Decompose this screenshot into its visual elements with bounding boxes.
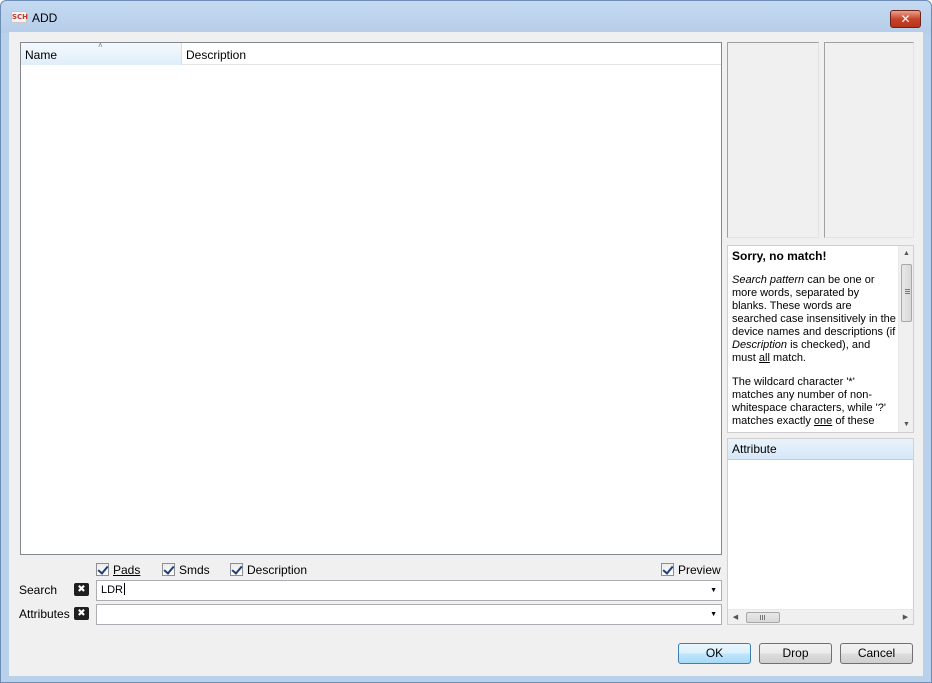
preview-label: Preview bbox=[678, 562, 721, 577]
help-text-box[interactable]: Sorry, no match! Search pattern can be o… bbox=[727, 245, 914, 433]
scroll-up-icon[interactable]: ▲ bbox=[899, 246, 913, 261]
search-dropdown-icon[interactable]: ▼ bbox=[710, 581, 717, 600]
smds-label: Smds bbox=[179, 562, 210, 577]
checkbox-checked-icon[interactable] bbox=[230, 563, 243, 576]
smds-checkbox[interactable]: Smds bbox=[162, 562, 210, 577]
column-header-name[interactable]: Name ˄ bbox=[21, 41, 182, 65]
close-button[interactable]: ✕ bbox=[890, 10, 921, 28]
attribute-column-header[interactable]: Attribute bbox=[728, 439, 913, 460]
help-scroll-thumb[interactable] bbox=[901, 264, 912, 322]
checkbox-checked-icon[interactable] bbox=[661, 563, 674, 576]
help-paragraph-1: Search pattern can be one or more words,… bbox=[732, 274, 896, 364]
description-checkbox[interactable]: Description bbox=[230, 562, 307, 577]
drop-button[interactable]: Drop bbox=[759, 643, 832, 664]
cancel-button[interactable]: Cancel bbox=[840, 643, 913, 664]
search-clear-icon[interactable]: ✖ bbox=[74, 583, 89, 596]
sort-ascending-icon: ˄ bbox=[98, 41, 103, 50]
help-title: Sorry, no match! bbox=[732, 249, 827, 263]
help-paragraph-2: The wildcard character '*' matches any n… bbox=[732, 376, 886, 427]
pads-checkbox[interactable]: Pads bbox=[96, 562, 140, 577]
attribute-scroll-thumb[interactable] bbox=[746, 612, 780, 623]
title-bar: SCH ADD ✕ bbox=[1, 1, 931, 33]
device-list[interactable]: Name ˄ Description bbox=[20, 41, 722, 555]
column-header-description[interactable]: Description bbox=[182, 43, 721, 65]
scroll-left-icon[interactable]: ◀ bbox=[728, 610, 743, 625]
window-title: ADD bbox=[32, 11, 58, 25]
attribute-table[interactable]: Attribute ◀ ▶ bbox=[727, 438, 914, 625]
package-preview-pane bbox=[727, 42, 819, 238]
preview-checkbox[interactable]: Preview bbox=[661, 562, 721, 577]
close-icon: ✕ bbox=[900, 12, 911, 26]
add-dialog-window: SCH ADD ✕ Name ˄ Description Sorry, no m… bbox=[0, 0, 932, 683]
app-icon: SCH bbox=[11, 11, 29, 23]
search-combobox[interactable]: LDR ▼ bbox=[96, 580, 722, 601]
pads-label: Pads bbox=[113, 562, 141, 577]
attribute-horizontal-scrollbar[interactable]: ◀ ▶ bbox=[728, 609, 913, 624]
description-label: Description bbox=[247, 562, 308, 577]
dialog-client-area: Name ˄ Description Sorry, no match! Sear… bbox=[9, 32, 923, 676]
checkbox-checked-icon[interactable] bbox=[96, 563, 109, 576]
scroll-right-icon[interactable]: ▶ bbox=[898, 610, 913, 625]
help-text-content: Sorry, no match! Search pattern can be o… bbox=[732, 249, 896, 432]
checkbox-checked-icon[interactable] bbox=[162, 563, 175, 576]
column-name-label: Name bbox=[25, 48, 58, 62]
column-description-label: Description bbox=[186, 48, 247, 62]
list-header: Name ˄ Description bbox=[21, 41, 721, 65]
search-input-value[interactable]: LDR bbox=[101, 584, 123, 596]
scroll-down-icon[interactable]: ▼ bbox=[899, 417, 913, 432]
search-label: Search bbox=[19, 583, 58, 597]
attributes-dropdown-icon[interactable]: ▼ bbox=[710, 605, 717, 624]
ok-button[interactable]: OK bbox=[678, 643, 751, 664]
help-vertical-scrollbar[interactable]: ▲ ▼ bbox=[898, 246, 913, 432]
attributes-label: Attributes bbox=[19, 607, 70, 621]
symbol-preview-pane bbox=[824, 42, 914, 238]
attributes-combobox[interactable]: ▼ bbox=[96, 604, 722, 625]
attributes-clear-icon[interactable]: ✖ bbox=[74, 607, 89, 620]
